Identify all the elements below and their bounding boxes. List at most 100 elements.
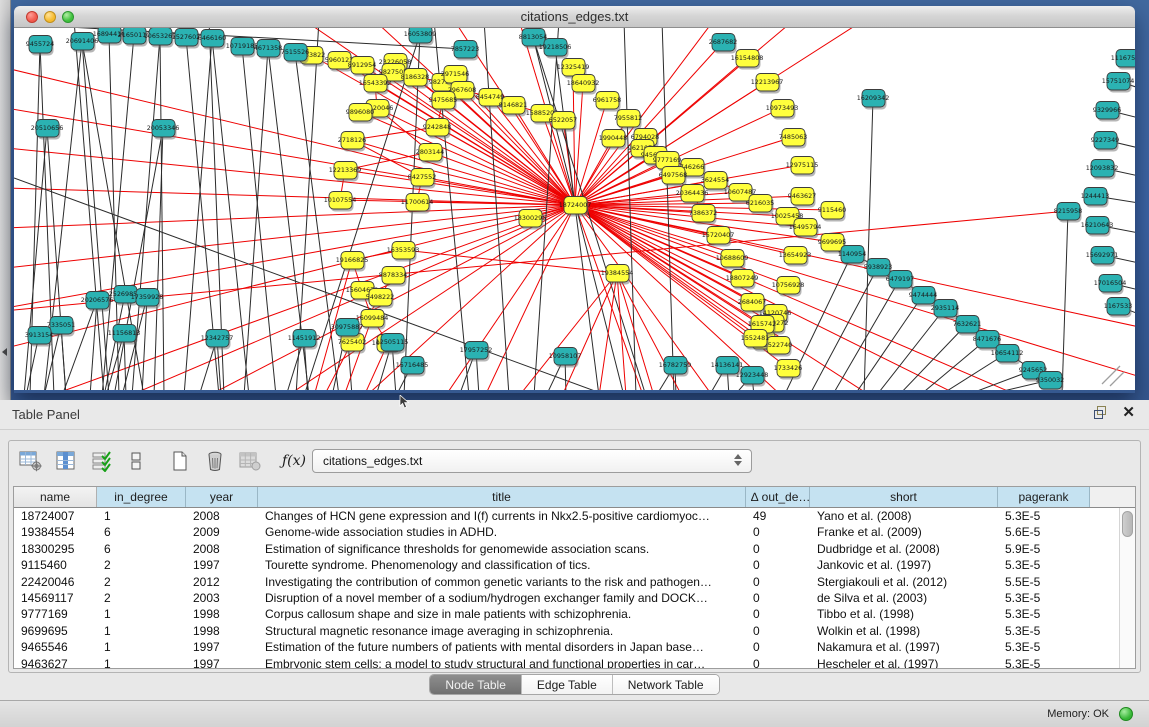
header-cell-title[interactable]: title xyxy=(258,487,746,507)
table-cell[interactable]: 1997 xyxy=(186,557,258,573)
graph-node[interactable]: 9896080 xyxy=(346,104,374,124)
graph-node[interactable]: 6522057 xyxy=(549,112,577,132)
graph-node[interactable]: 12213369 xyxy=(329,162,362,182)
graph-node[interactable]: 9455724 xyxy=(26,36,54,56)
table-row[interactable]: 911546021997Tourette syndrome. Phenomeno… xyxy=(14,557,1119,573)
table-cell[interactable]: 9777169 xyxy=(14,606,97,622)
header-cell-pagerank[interactable]: pagerank xyxy=(998,487,1090,507)
table-cell[interactable]: 9699695 xyxy=(14,623,97,639)
table-row[interactable]: 946362711997Embryonic stem cells: a mode… xyxy=(14,656,1119,668)
table-cell[interactable]: 0 xyxy=(746,557,810,573)
table-cell[interactable]: de Silva et al. (2003) xyxy=(810,590,998,606)
graph-node[interactable]: 1527602 xyxy=(172,29,200,49)
graph-node[interactable]: 8912954 xyxy=(348,57,376,77)
table-cell[interactable]: 1998 xyxy=(186,623,258,639)
table-cell[interactable]: 5.3E-5 xyxy=(998,590,1090,606)
table-cell[interactable]: 0 xyxy=(746,623,810,639)
graph-node[interactable]: 10958107 xyxy=(549,348,582,368)
graph-node[interactable]: 20364436 xyxy=(676,185,709,205)
table-cell[interactable]: 5.3E-5 xyxy=(998,656,1090,668)
graph-node[interactable]: 30975887 xyxy=(331,319,364,339)
graph-node[interactable]: 16209342 xyxy=(857,90,890,110)
table-cell[interactable]: 0 xyxy=(746,541,810,557)
table-cell[interactable]: 1 xyxy=(97,606,186,622)
table-cell[interactable]: 6 xyxy=(97,541,186,557)
table-cell[interactable]: Genome-wide association studies in ADHD. xyxy=(258,524,746,540)
table-cell[interactable]: 49 xyxy=(746,508,810,524)
graph-node[interactable]: 1990448 xyxy=(599,130,627,150)
graph-node[interactable]: 2684067 xyxy=(738,294,766,314)
graph-node[interactable]: 7515526 xyxy=(281,44,309,64)
table-cell[interactable]: 0 xyxy=(746,590,810,606)
table-cell[interactable]: Stergiakouli et al. (2012) xyxy=(810,574,998,590)
graph-node[interactable]: 9350032 xyxy=(1036,372,1064,391)
table-cell[interactable]: Hescheler et al. (1997) xyxy=(810,656,998,668)
table-cell[interactable]: Investigating the contribution of common… xyxy=(258,574,746,590)
table-cell[interactable]: Estimation of significance thresholds fo… xyxy=(258,541,746,557)
table-cell[interactable]: 14569117 xyxy=(14,590,97,606)
graph-node[interactable]: 12923448 xyxy=(736,367,769,387)
graph-node[interactable]: 15716485 xyxy=(396,357,429,377)
table-cell[interactable]: 0 xyxy=(746,656,810,668)
table-cell[interactable]: 2008 xyxy=(186,541,258,557)
tab-edge-table[interactable]: Edge Table xyxy=(522,675,613,694)
graph-node[interactable]: 11451912 xyxy=(288,330,321,350)
dropdown-stepper-icon[interactable] xyxy=(734,454,742,466)
graph-node[interactable]: 2687682 xyxy=(709,34,737,54)
table-cell[interactable]: Changes of HCN gene expression and I(f) … xyxy=(258,508,746,524)
table-row[interactable]: 1938455462009Genome-wide association stu… xyxy=(14,524,1119,540)
table-cell[interactable]: Corpus callosum shape and size in male p… xyxy=(258,606,746,622)
graph-node[interactable]: 5498222 xyxy=(366,289,394,309)
graph-node[interactable]: 6466160 xyxy=(198,30,226,50)
table-cell[interactable]: Estimation of the future numbers of pati… xyxy=(258,639,746,655)
graph-node[interactable]: 6961758 xyxy=(593,92,621,112)
graph-node[interactable]: 13654923 xyxy=(779,247,812,267)
graph-node[interactable]: 7485063 xyxy=(779,129,807,149)
chevron-left-icon[interactable] xyxy=(2,348,7,356)
graph-node[interactable]: 16210643 xyxy=(1081,217,1114,237)
graph-node[interactable]: 8878334 xyxy=(379,267,407,287)
graph-node[interactable]: 15692971 xyxy=(1086,247,1119,267)
graph-node[interactable]: 12213967 xyxy=(751,74,784,94)
graph-node[interactable]: 16782759 xyxy=(659,357,692,377)
graph-node[interactable]: 12342757 xyxy=(201,330,234,350)
graph-node[interactable]: 10756928 xyxy=(772,277,805,297)
graph-node[interactable]: 11700614 xyxy=(401,194,434,214)
header-cell-short[interactable]: short xyxy=(810,487,998,507)
graph-node[interactable]: 2803144 xyxy=(416,144,444,164)
table-cell[interactable]: 5.3E-5 xyxy=(998,557,1090,573)
graph-node[interactable]: 20510656 xyxy=(31,120,64,140)
new-column-icon[interactable] xyxy=(167,449,193,473)
function-builder-icon[interactable]: ƒ(x) xyxy=(281,449,307,473)
table-cell[interactable]: 2 xyxy=(97,590,186,606)
window-titlebar[interactable]: citations_edges.txt xyxy=(14,6,1135,28)
table-cell[interactable]: 18724007 xyxy=(14,508,97,524)
table-cell[interactable]: Tourette syndrome. Phenomenology and cla… xyxy=(258,557,746,573)
table-row[interactable]: 977716911998Corpus callosum shape and si… xyxy=(14,606,1119,622)
graph-node[interactable]: 7857223 xyxy=(451,41,479,61)
table-cell[interactable]: 2009 xyxy=(186,524,258,540)
delete-table-icon[interactable] xyxy=(237,449,263,473)
table-cell[interactable]: 5.9E-5 xyxy=(998,541,1090,557)
graph-node[interactable]: 18300295 xyxy=(514,210,547,230)
table-cell[interactable]: 19384554 xyxy=(14,524,97,540)
table-cell[interactable]: 1 xyxy=(97,508,186,524)
graph-node[interactable]: 15751074 xyxy=(1102,73,1135,93)
graph-node[interactable]: 1552481 xyxy=(741,330,769,350)
graph-node[interactable]: 17016504 xyxy=(1094,275,1127,295)
table-cell[interactable]: 0 xyxy=(746,574,810,590)
graph-node[interactable]: 9242848 xyxy=(423,119,451,139)
table-cell[interactable]: 2008 xyxy=(186,508,258,524)
graph-node[interactable]: 1244413 xyxy=(1081,188,1109,208)
table-cell[interactable]: Yano et al. (2008) xyxy=(810,508,998,524)
table-cell[interactable]: 2012 xyxy=(186,574,258,590)
header-cell-name[interactable]: name xyxy=(14,487,97,507)
graph-node[interactable]: 9227349 xyxy=(1091,132,1119,152)
table-cell[interactable]: 18300295 xyxy=(14,541,97,557)
table-cell[interactable]: 5.3E-5 xyxy=(998,639,1090,655)
table-selector-dropdown[interactable]: citations_edges.txt xyxy=(312,449,752,473)
graph-node[interactable]: 2935114 xyxy=(931,300,959,320)
float-panel-icon[interactable] xyxy=(1094,406,1108,420)
graph-node[interactable]: 8186328 xyxy=(401,69,429,89)
graph-node[interactable]: 11167522 xyxy=(1111,50,1135,70)
